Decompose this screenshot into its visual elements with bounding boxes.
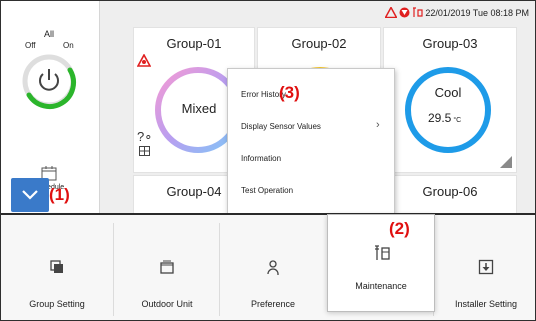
menu-item-information[interactable]: Information [241,154,281,163]
annotation-1: (1) [49,185,70,204]
outdoor-unit-icon [160,260,174,274]
collapse-menu-button[interactable] [11,178,49,212]
annotation-2: (2) [389,219,410,238]
group-name: Group-03 [422,36,478,51]
group-temperature: 29.5 °C [428,111,462,125]
maintenance-tools-icon [375,245,390,260]
group-name: Group-06 [422,184,478,199]
tile-outdoor-unit[interactable]: Outdoor Unit [113,223,220,316]
maintenance-menu: Error History Display Sensor Values › In… [227,68,395,214]
group-card-03[interactable]: Group-03 Cool 29.5 °C [383,27,517,173]
chevron-down-icon [22,190,38,200]
bottom-menu-bar: Group Setting Outdoor Unit Preference In… [1,213,535,320]
download-box-icon [478,259,494,275]
menu-item-display-sensor-values[interactable]: Display Sensor Values [241,122,321,131]
mixed-mode-icon: ?∘ [137,129,153,144]
power-off-label: Off [25,41,36,50]
group-name: Group-01 [166,36,222,51]
error-warning-icon [137,54,151,67]
tile-preference[interactable]: Preference [219,223,326,316]
annotation-3: (3) [279,83,300,102]
warning-icon [385,7,398,18]
menu-item-test-operation[interactable]: Test Operation [241,186,293,195]
tile-label: Maintenance [355,281,407,291]
app-window: All Off On Schedule 22/01/2019 Tue 08:18… [0,0,536,321]
tile-maintenance[interactable]: Maintenance [327,214,435,312]
group-mode: Mixed [181,101,217,116]
group-mode-ring [405,67,491,153]
user-icon [267,260,279,275]
filter-icon [399,7,410,18]
tile-installer-setting[interactable]: Installer Setting [433,223,535,316]
maintenance-icon [413,7,424,17]
datetime-text: 22/01/2019 Tue 08:18 PM [425,7,529,18]
tile-label: Outdoor Unit [141,299,193,309]
power-all-label: All [44,29,55,39]
group-name: Group-02 [291,36,347,51]
chevron-right-icon: › [376,119,380,131]
group-mode: Cool [434,85,462,100]
status-bar: 22/01/2019 Tue 08:18 PM [385,7,529,18]
grid-icon [139,146,150,156]
tile-label: Installer Setting [454,299,518,309]
tile-label: Preference [250,299,296,309]
all-power-button[interactable] [20,52,78,110]
power-on-label: On [63,41,74,50]
corner-expand-icon [500,156,512,168]
tile-label: Group Setting [29,299,85,309]
group-setting-icon [50,260,63,273]
tile-group-setting[interactable]: Group Setting [1,223,113,316]
